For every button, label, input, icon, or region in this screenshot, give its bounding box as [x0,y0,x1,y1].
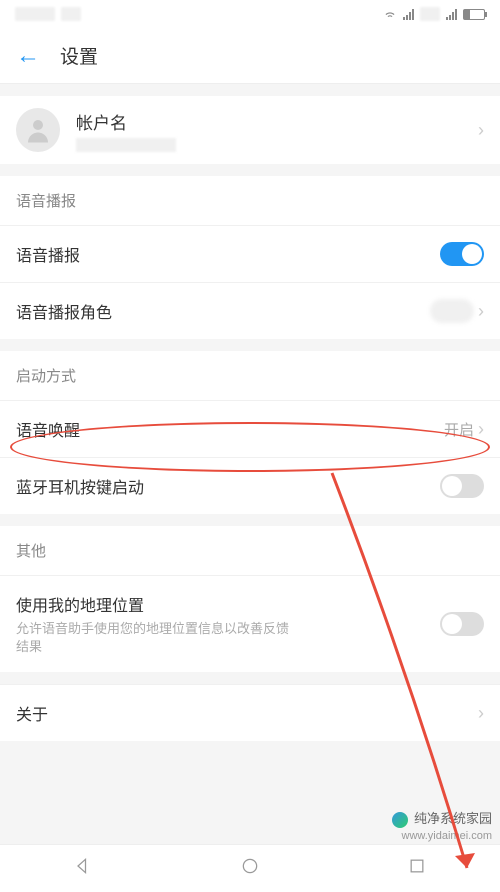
page-header: ← 设置 [0,28,500,84]
row-bluetooth-start[interactable]: 蓝牙耳机按键启动 [0,457,500,514]
row-about[interactable]: 关于 › [0,684,500,741]
nav-back-button[interactable] [73,856,93,881]
nav-home-button[interactable] [240,856,260,881]
chevron-right-icon: › [478,301,484,322]
account-detail-blur [76,138,176,152]
watermark-logo-icon [392,812,408,828]
section-voice-broadcast: 语音播报 [0,176,500,225]
status-bar [0,0,500,28]
row-label: 语音播报角色 [16,299,112,323]
row-label: 语音播报 [16,242,80,266]
toggle-bluetooth[interactable] [440,474,484,498]
row-label: 蓝牙耳机按键启动 [16,474,144,498]
row-location[interactable]: 使用我的地理位置 允许语音助手使用您的地理位置信息以改善反馈结果 [0,575,500,672]
section-other: 其他 [0,526,500,575]
toggle-voice-broadcast[interactable] [440,242,484,266]
row-voice-broadcast[interactable]: 语音播报 [0,225,500,282]
navigation-bar [0,844,500,892]
row-voice-wakeup[interactable]: 语音唤醒 开启 › [0,400,500,457]
signal-icon [403,8,414,20]
signal-icon-2 [446,8,457,20]
chevron-right-icon: › [478,120,484,141]
watermark: 纯净系统家园 www.yidaimei.com [392,808,492,842]
avatar [16,108,60,152]
row-label: 使用我的地理位置 [16,592,296,616]
chevron-right-icon: › [478,703,484,724]
status-blur-right [420,7,440,21]
toggle-location[interactable] [440,612,484,636]
account-row[interactable]: 帐户名 › [0,96,500,164]
watermark-url: www.yidaimei.com [402,830,492,842]
value-blur [430,299,474,323]
row-voice-role[interactable]: 语音播报角色 › [0,282,500,339]
section-start-mode: 启动方式 [0,351,500,400]
battery-icon [463,9,485,20]
row-label: 关于 [16,701,48,725]
watermark-text: 纯净系统家园 [414,811,492,826]
chevron-right-icon: › [478,419,484,440]
back-button[interactable]: ← [16,42,40,70]
row-value: 开启 [444,419,474,440]
status-blur-left [15,7,55,21]
status-blur-left2 [61,7,81,21]
page-title: 设置 [60,42,98,69]
row-label: 语音唤醒 [16,417,80,441]
row-sublabel: 允许语音助手使用您的地理位置信息以改善反馈结果 [16,620,296,656]
account-name-label: 帐户名 [76,109,478,134]
nav-recent-button[interactable] [407,856,427,881]
wifi-icon [383,7,397,21]
